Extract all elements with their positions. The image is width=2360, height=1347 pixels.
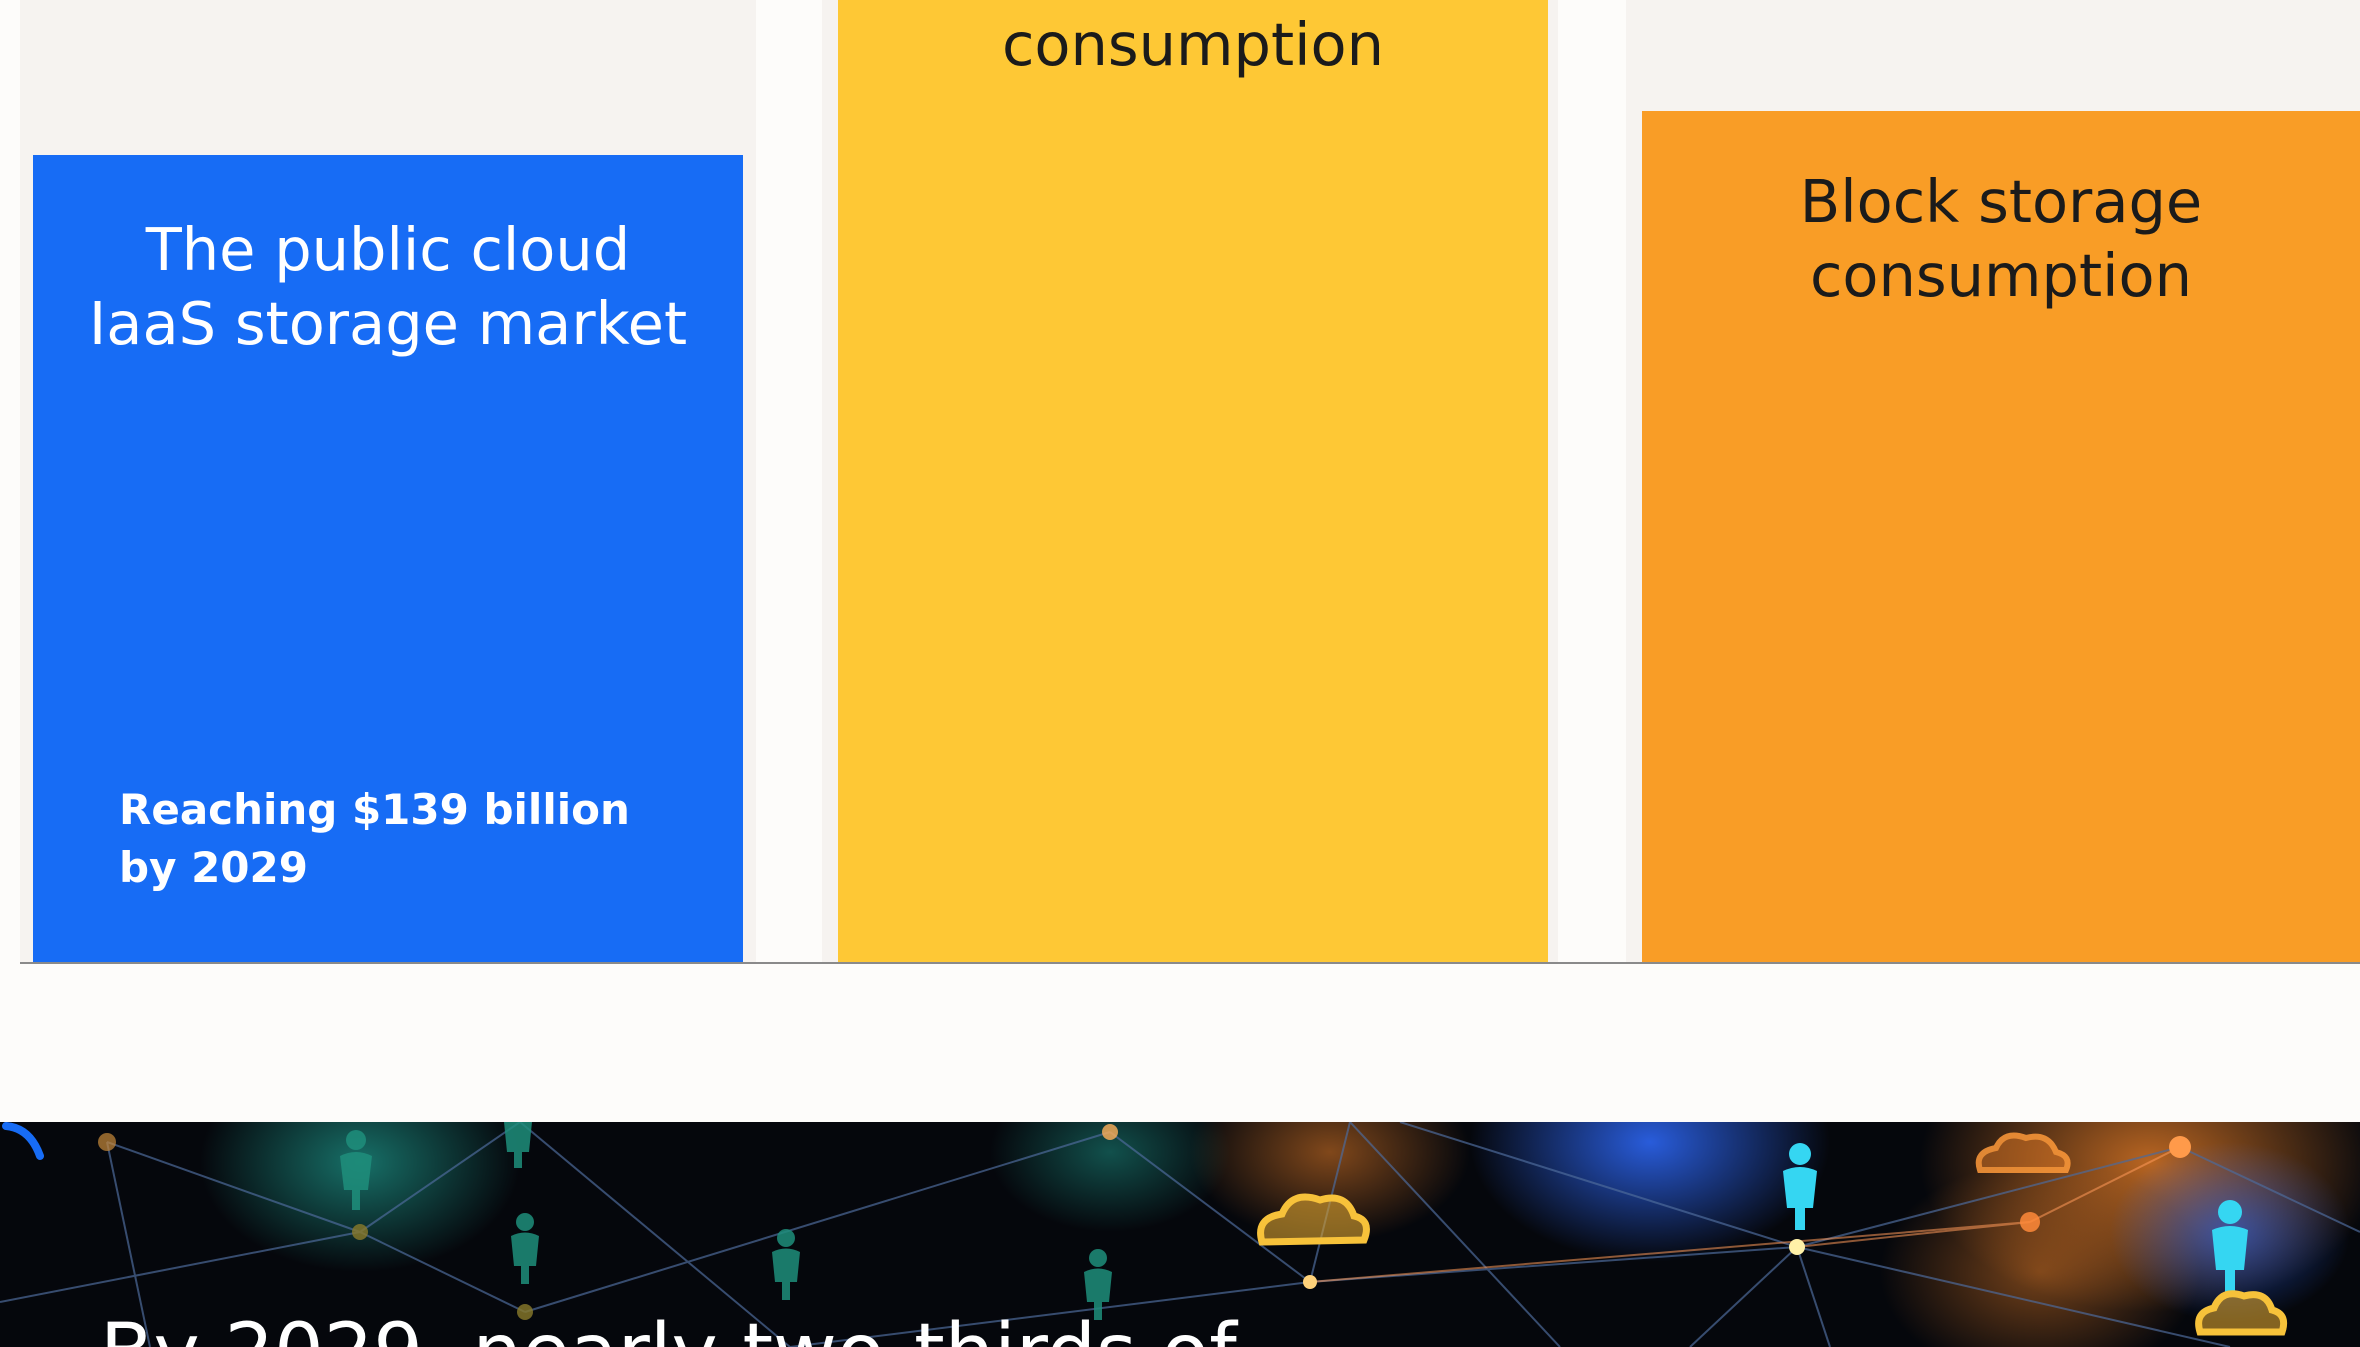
public-cloud-title-line1: The public cloud	[145, 215, 631, 284]
object-storage-title-line2: consumption	[1001, 10, 1384, 79]
object-storage-title-clipped-line: ​	[838, 0, 1548, 8]
banner-heading: By 2029, nearly two-thirds of	[100, 1308, 1237, 1347]
public-cloud-card-title: The public cloud IaaS storage market	[33, 213, 743, 361]
block-storage-title-line2: consumption	[1809, 241, 2192, 310]
block-storage-title-line1: Block storage	[1799, 167, 2203, 236]
object-storage-card: ​ consumption	[838, 0, 1548, 964]
storage-bar-columns: The public cloud IaaS storage market Rea…	[0, 0, 2360, 964]
public-cloud-caption-line1: Reaching $139 billion	[119, 785, 630, 834]
public-cloud-storage-card: The public cloud IaaS storage market Rea…	[33, 155, 743, 964]
object-storage-card-title: ​ consumption	[838, 0, 1548, 82]
chart-baseline	[20, 962, 2360, 964]
public-cloud-card-caption: Reaching $139 billion by 2029	[119, 781, 679, 897]
heading-accent-icon	[2, 1122, 44, 1160]
public-cloud-title-line2: IaaS storage market	[88, 289, 688, 358]
public-cloud-caption-line2: by 2029	[119, 843, 308, 892]
block-storage-card: Block storage consumption	[1642, 111, 2360, 964]
block-storage-card-title: Block storage consumption	[1642, 165, 2360, 313]
network-banner: By 2029, nearly two-thirds of	[0, 1122, 2360, 1347]
